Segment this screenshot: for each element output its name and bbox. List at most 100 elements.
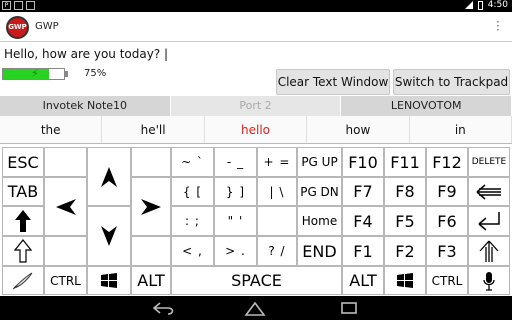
arrow-down-icon (101, 226, 117, 246)
handwriting-key[interactable] (2, 266, 44, 295)
end-key[interactable]: END (297, 236, 342, 266)
windows-logo-icon (397, 272, 413, 288)
shift-key[interactable] (2, 206, 44, 236)
question-key[interactable]: ? / (257, 236, 297, 266)
arrow-right-key[interactable] (131, 177, 171, 236)
f12-key[interactable]: F12 (426, 147, 468, 177)
f7-key[interactable]: F7 (342, 177, 384, 206)
recent-apps-icon[interactable] (340, 301, 358, 315)
page-up-key[interactable]: PG UP (297, 147, 342, 177)
battery-meter: ⚡ (2, 67, 65, 80)
app-title: GWP (35, 21, 59, 32)
system-nav-bar (0, 296, 512, 320)
device-tab[interactable]: LENOVOTOM (341, 96, 512, 116)
suggestion[interactable]: how (307, 116, 410, 143)
greater-than-key[interactable]: > . (214, 236, 257, 266)
keyboard: ESC ~ ` - _ + = PG UP F10 F11 F12 DELETE… (0, 145, 512, 296)
f1-key[interactable]: F1 (342, 236, 384, 266)
notification-icon (14, 1, 23, 10)
backspace-key[interactable] (468, 177, 510, 206)
home-icon[interactable] (243, 300, 267, 316)
blank-key[interactable] (257, 206, 297, 236)
charging-icon: ⚡ (31, 67, 39, 80)
switch-to-trackpad-button[interactable]: Switch to Trackpad (393, 69, 510, 95)
shift-arrow-icon (15, 210, 31, 232)
f5-key[interactable]: F5 (384, 206, 426, 236)
status-bar: P 4:50 (0, 0, 512, 12)
arrow-left-icon (55, 198, 76, 215)
quote-key[interactable]: " ' (214, 206, 257, 236)
suggestion-bar: the he'll hello how in (0, 116, 512, 144)
esc-key[interactable]: ESC (2, 147, 44, 177)
plus-key[interactable]: + = (257, 147, 297, 177)
quill-pen-icon (12, 272, 33, 289)
backspace-arrow-icon (476, 183, 501, 200)
battery-fill (3, 69, 49, 79)
back-icon[interactable] (152, 301, 174, 315)
microphone-icon (483, 271, 495, 291)
blank-key[interactable] (131, 236, 171, 266)
less-than-key[interactable]: < , (171, 236, 214, 266)
up-arrow-outline-icon (479, 240, 499, 262)
pipe-key[interactable]: | \ (257, 177, 297, 206)
clear-text-window-button[interactable]: Clear Text Window (276, 69, 390, 95)
battery-nub (65, 71, 68, 77)
suggestion[interactable]: he'll (102, 116, 205, 143)
battery-status-icon (477, 0, 483, 10)
overflow-menu-icon[interactable]: · · · (496, 16, 500, 36)
f8-key[interactable]: F8 (384, 177, 426, 206)
suggestion[interactable]: the (0, 116, 103, 143)
f6-key[interactable]: F6 (426, 206, 468, 236)
arrow-up-key[interactable] (87, 147, 131, 206)
colon-key[interactable]: : ; (171, 206, 214, 236)
caps-lock-key[interactable] (2, 236, 44, 266)
windows-logo-icon (101, 272, 117, 288)
device-tab[interactable]: Port 2 (170, 96, 342, 116)
brace-close-key[interactable]: } ] (214, 177, 257, 206)
microphone-key[interactable] (468, 266, 510, 295)
page-up-arrow-key[interactable] (468, 236, 510, 266)
caps-arrow-outline-icon (14, 239, 32, 263)
delete-key[interactable]: DELETE (468, 147, 510, 177)
blank-key[interactable] (44, 236, 87, 266)
ctrl-left-key[interactable]: CTRL (44, 266, 87, 295)
text-window[interactable]: Hello, how are you today? | (0, 42, 512, 66)
signal-icon (464, 1, 473, 9)
f9-key[interactable]: F9 (426, 177, 468, 206)
arrow-down-key[interactable] (87, 206, 131, 266)
f11-key[interactable]: F11 (384, 147, 426, 177)
ctrl-right-key[interactable]: CTRL (426, 266, 468, 295)
alt-right-key[interactable]: ALT (342, 266, 384, 295)
notification-icon: P (2, 1, 11, 10)
windows-right-key[interactable] (384, 266, 426, 295)
f4-key[interactable]: F4 (342, 206, 384, 236)
enter-arrow-icon (478, 212, 500, 231)
enter-key[interactable] (468, 206, 510, 236)
arrow-left-key[interactable] (44, 177, 87, 236)
battery-percent: 75% (84, 68, 107, 79)
page-down-key[interactable]: PG DN (297, 177, 342, 206)
tab-key[interactable]: TAB (2, 177, 44, 206)
notification-icon (26, 1, 35, 10)
app-logo: GWP (6, 16, 29, 39)
arrow-up-icon (101, 166, 117, 187)
blank-key[interactable] (131, 147, 171, 177)
f10-key[interactable]: F10 (342, 147, 384, 177)
suggestion-highlighted[interactable]: hello (205, 116, 308, 143)
notification-icons: P (2, 1, 35, 10)
suggestion[interactable]: in (410, 116, 512, 143)
brace-key[interactable]: { [ (171, 177, 214, 206)
home-key[interactable]: Home (297, 206, 342, 236)
tilde-key[interactable]: ~ ` (171, 147, 214, 177)
minus-key[interactable]: - _ (214, 147, 257, 177)
action-bar: GWP GWP · · · (0, 12, 512, 42)
alt-left-key[interactable]: ALT (131, 266, 171, 295)
windows-left-key[interactable] (87, 266, 131, 295)
f2-key[interactable]: F2 (384, 236, 426, 266)
arrow-right-icon (141, 198, 161, 215)
blank-key[interactable] (44, 147, 87, 177)
device-tabs: Invotek Note10 Port 2 LENOVOTOM (0, 96, 512, 116)
f3-key[interactable]: F3 (426, 236, 468, 266)
space-key[interactable]: SPACE (171, 266, 342, 295)
device-tab[interactable]: Invotek Note10 (0, 96, 171, 116)
